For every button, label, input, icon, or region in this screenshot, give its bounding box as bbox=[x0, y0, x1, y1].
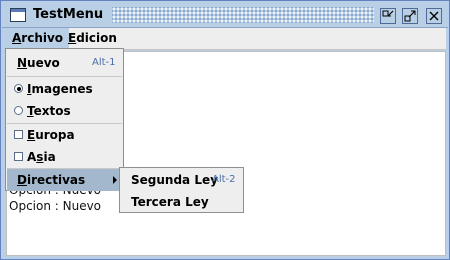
nuevo-accelerator: Alt-1 bbox=[92, 57, 116, 68]
menu-item-directivas[interactable]: Directivas bbox=[7, 169, 122, 191]
menu-archivo-mnemonic: A bbox=[12, 31, 22, 45]
nuevo-label: uevo bbox=[27, 56, 60, 70]
directivas-label: irectivas bbox=[26, 173, 86, 187]
textos-label: extos bbox=[33, 104, 71, 118]
menu-separator bbox=[7, 76, 122, 77]
europa-label: uropa bbox=[35, 128, 75, 142]
menu-edicion-label: dicion bbox=[76, 31, 117, 45]
radio-unselected-icon bbox=[14, 106, 23, 115]
menu-item-nuevo[interactable]: Nuevo Alt-1 bbox=[7, 52, 122, 74]
minimize-button[interactable] bbox=[380, 8, 396, 24]
menu-edicion[interactable]: Edicion bbox=[62, 28, 123, 49]
window-title: TestMenu bbox=[33, 7, 104, 22]
submenu-arrow-icon bbox=[113, 176, 117, 184]
asia-label-end: ia bbox=[43, 150, 56, 164]
directivas-submenu: Segunda Ley Alt-2 Tercera Ley bbox=[119, 167, 244, 213]
nuevo-mnemonic: N bbox=[17, 56, 28, 70]
asia-label-start: A bbox=[27, 150, 37, 164]
checkbox-icon bbox=[14, 152, 23, 161]
menu-archivo[interactable]: Archivo bbox=[6, 28, 70, 49]
minimize-icon bbox=[382, 10, 394, 17]
close-button[interactable] bbox=[426, 8, 442, 24]
menu-edicion-mnemonic: E bbox=[68, 31, 77, 45]
segunda-ley-accelerator: Alt-2 bbox=[212, 174, 236, 185]
directivas-mnemonic: D bbox=[17, 173, 27, 187]
menu-item-tercera-ley[interactable]: Tercera Ley bbox=[121, 191, 242, 213]
tercera-ley-label: Tercera Ley bbox=[131, 195, 209, 209]
title-bar[interactable]: TestMenu bbox=[2, 2, 448, 28]
menu-item-textos[interactable]: Textos bbox=[7, 100, 122, 122]
checkbox-icon bbox=[14, 130, 23, 139]
menu-item-asia[interactable]: Asia bbox=[7, 146, 122, 168]
window-app-icon[interactable] bbox=[10, 8, 26, 22]
title-bar-texture bbox=[112, 7, 374, 23]
maximize-icon bbox=[404, 10, 416, 22]
menu-item-segunda-ley[interactable]: Segunda Ley Alt-2 bbox=[121, 169, 242, 191]
europa-mnemonic: E bbox=[27, 128, 36, 142]
close-icon bbox=[429, 11, 439, 21]
menu-bar: Archivo Edicion bbox=[6, 28, 446, 50]
segunda-ley-label: Segunda Ley bbox=[131, 173, 218, 187]
menu-item-imagenes[interactable]: Imagenes bbox=[7, 78, 122, 100]
menu-archivo-label: rchivo bbox=[21, 31, 64, 45]
menu-item-europa[interactable]: Europa bbox=[7, 124, 122, 146]
log-line: Opcion : Nuevo bbox=[9, 199, 102, 213]
archivo-dropdown: Nuevo Alt-1 Imagenes Textos Europa Asia … bbox=[5, 48, 124, 191]
radio-selected-icon bbox=[14, 84, 23, 93]
imagenes-label: magenes bbox=[31, 82, 93, 96]
textos-mnemonic: T bbox=[27, 104, 34, 118]
maximize-button[interactable] bbox=[402, 8, 418, 24]
